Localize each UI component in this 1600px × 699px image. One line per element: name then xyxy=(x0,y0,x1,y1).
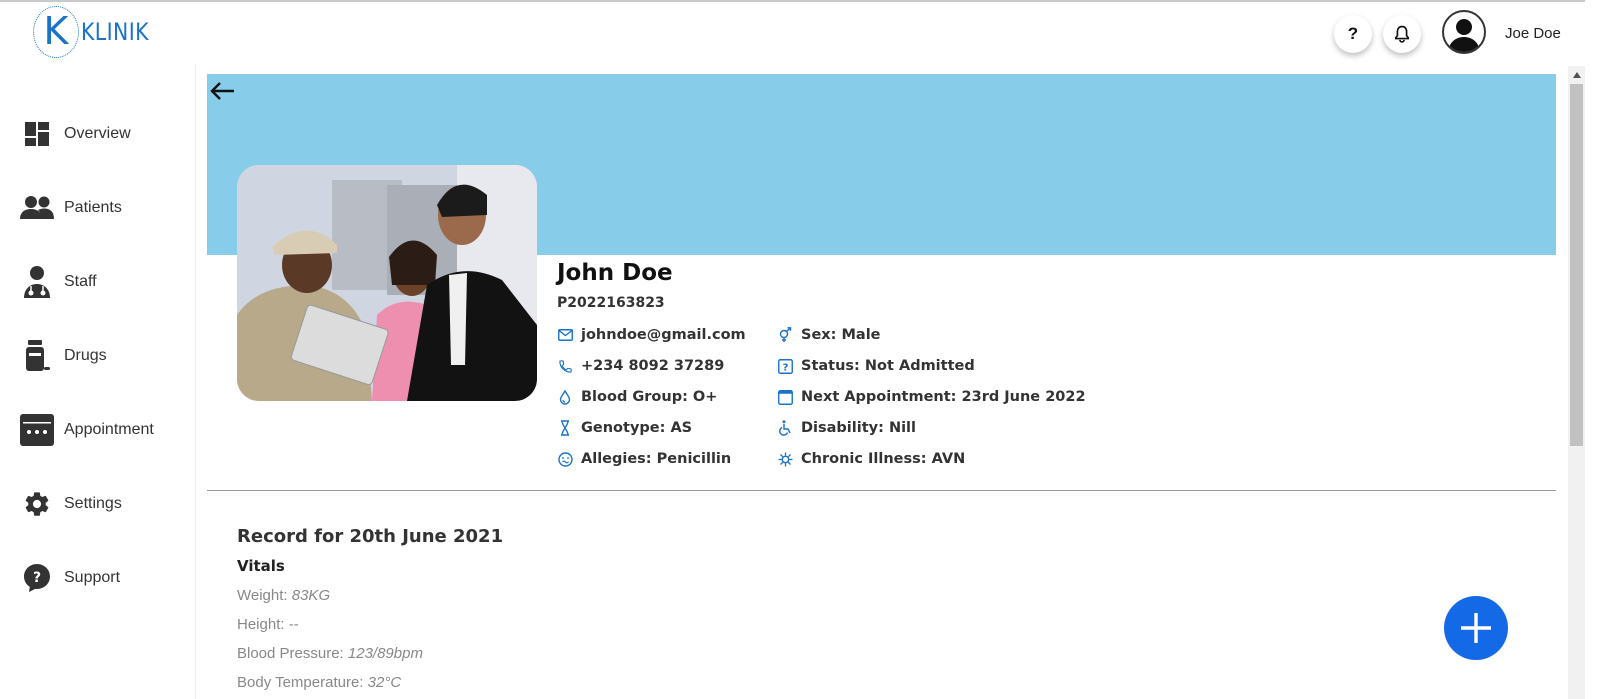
section-divider xyxy=(207,490,1556,491)
sidebar-item-settings[interactable]: Settings xyxy=(20,484,122,524)
sidebar-item-label: Staff xyxy=(64,273,97,290)
vital-weight-value: 83KG xyxy=(291,587,331,604)
sidebar-item-label: Appointment xyxy=(64,421,154,438)
virus-icon xyxy=(777,451,793,467)
logo-text: KLINIK xyxy=(81,18,149,46)
sidebar-item-drugs[interactable]: Drugs xyxy=(20,336,107,376)
bell-icon xyxy=(1394,25,1410,43)
patient-email[interactable]: johndoe@gmail.com xyxy=(581,327,746,343)
wheelchair-icon xyxy=(777,420,793,436)
sidebar-item-overview[interactable]: Overview xyxy=(20,114,131,154)
sidebar-item-label: Drugs xyxy=(64,347,107,364)
logo-letter: K xyxy=(43,9,69,53)
klinik-logo[interactable]: K KLINIK xyxy=(33,6,161,58)
sidebar-item-appointment[interactable]: Appointment xyxy=(20,410,154,450)
allergies-row: Allegies: Penicillin xyxy=(557,451,731,467)
gear-icon xyxy=(20,487,54,521)
record-title: Record for 20th June 2021 xyxy=(237,526,504,547)
calendar-icon xyxy=(20,413,54,447)
vital-temp-value: 32°C xyxy=(367,674,402,691)
vital-height: Height: -- xyxy=(237,616,299,633)
vital-weight: Weight: 83KG xyxy=(237,587,330,604)
disability: Disability: Nill xyxy=(801,420,916,436)
doctor-icon xyxy=(20,265,54,299)
help-icon: ? xyxy=(1347,24,1359,43)
blood-group-row: Blood Group: O+ xyxy=(557,389,717,405)
svg-text:?: ? xyxy=(33,570,41,586)
next-appointment-row: Next Appointment: 23rd June 2022 xyxy=(777,389,1086,405)
question-box-icon: ? xyxy=(777,358,793,374)
window-right-edge xyxy=(1585,0,1600,699)
sidebar-item-patients[interactable]: Patients xyxy=(20,188,122,228)
sidebar-item-label: Patients xyxy=(64,199,122,216)
patient-photo-illustration xyxy=(237,165,537,401)
dna-icon xyxy=(557,420,573,436)
sidebar-item-label: Support xyxy=(64,569,121,586)
gender-icon xyxy=(777,327,793,343)
pill-bottle-icon xyxy=(20,339,54,373)
sex-row: Sex: Male xyxy=(777,327,881,343)
page-scrollbar[interactable] xyxy=(1568,66,1585,699)
patient-email-row: johndoe@gmail.com xyxy=(557,327,746,343)
vital-bp-label: Blood Pressure: xyxy=(237,645,348,662)
back-button[interactable] xyxy=(210,80,236,102)
logo-badge: K xyxy=(33,6,79,58)
blood-group: Blood Group: O+ xyxy=(581,389,718,405)
plus-icon xyxy=(1461,613,1491,643)
sidebar-item-label: Settings xyxy=(64,495,122,512)
sidebar-item-staff[interactable]: Staff xyxy=(20,262,97,302)
calendar-outline-icon xyxy=(777,389,793,405)
patient-photo xyxy=(237,165,537,401)
help-button[interactable]: ? xyxy=(1334,15,1372,53)
vital-weight-label: Weight: xyxy=(237,587,292,604)
allergy-face-icon xyxy=(557,451,573,467)
patient-phone[interactable]: +234 8092 37289 xyxy=(581,358,724,374)
vital-blood-pressure: Blood Pressure: 123/89bpm xyxy=(237,645,423,662)
scroll-up-arrow-icon[interactable] xyxy=(1568,66,1585,83)
patient-name: John Doe xyxy=(557,260,673,286)
vital-temperature: Body Temperature: 32°C xyxy=(237,674,401,691)
sex: Sex: Male xyxy=(801,327,881,343)
vitals-heading: Vitals xyxy=(237,557,285,575)
disability-row: Disability: Nill xyxy=(777,420,916,436)
sidebar: Overview Patients Staff Drugs Appointmen… xyxy=(0,64,196,699)
vital-bp-value: 123/89bpm xyxy=(347,645,423,662)
window-top-border xyxy=(0,0,1600,2)
genotype-row: Genotype: AS xyxy=(557,420,692,436)
blood-drop-icon xyxy=(557,389,573,405)
sidebar-item-support[interactable]: ? Support xyxy=(20,558,120,598)
help-bubble-icon: ? xyxy=(20,561,54,595)
phone-icon xyxy=(557,358,573,374)
notifications-button[interactable] xyxy=(1383,15,1421,53)
user-avatar[interactable] xyxy=(1442,10,1486,54)
sidebar-item-label: Overview xyxy=(64,125,131,142)
user-silhouette-icon xyxy=(1448,19,1480,52)
status-row: ? Status: Not Admitted xyxy=(777,358,975,374)
vital-temp-label: Body Temperature: xyxy=(237,674,368,691)
scrollbar-thumb[interactable] xyxy=(1570,84,1583,446)
users-icon xyxy=(20,191,54,225)
dashboard-icon xyxy=(20,117,54,151)
chronic-illness: Chronic Illness: AVN xyxy=(801,451,966,467)
vital-height-label: Height: -- xyxy=(237,616,299,633)
arrow-left-icon xyxy=(210,82,234,100)
admission-status: Status: Not Admitted xyxy=(801,358,975,374)
patient-phone-row: +234 8092 37289 xyxy=(557,358,724,374)
mail-icon xyxy=(557,327,573,343)
chronic-illness-row: Chronic Illness: AVN xyxy=(777,451,965,467)
allergies: Allegies: Penicillin xyxy=(581,451,732,467)
user-name[interactable]: Joe Doe xyxy=(1505,25,1561,42)
next-appointment: Next Appointment: 23rd June 2022 xyxy=(801,389,1086,405)
patient-id: P2022163823 xyxy=(557,295,665,311)
genotype: Genotype: AS xyxy=(581,420,693,436)
add-record-button[interactable] xyxy=(1444,596,1508,660)
svg-text:?: ? xyxy=(782,362,788,373)
